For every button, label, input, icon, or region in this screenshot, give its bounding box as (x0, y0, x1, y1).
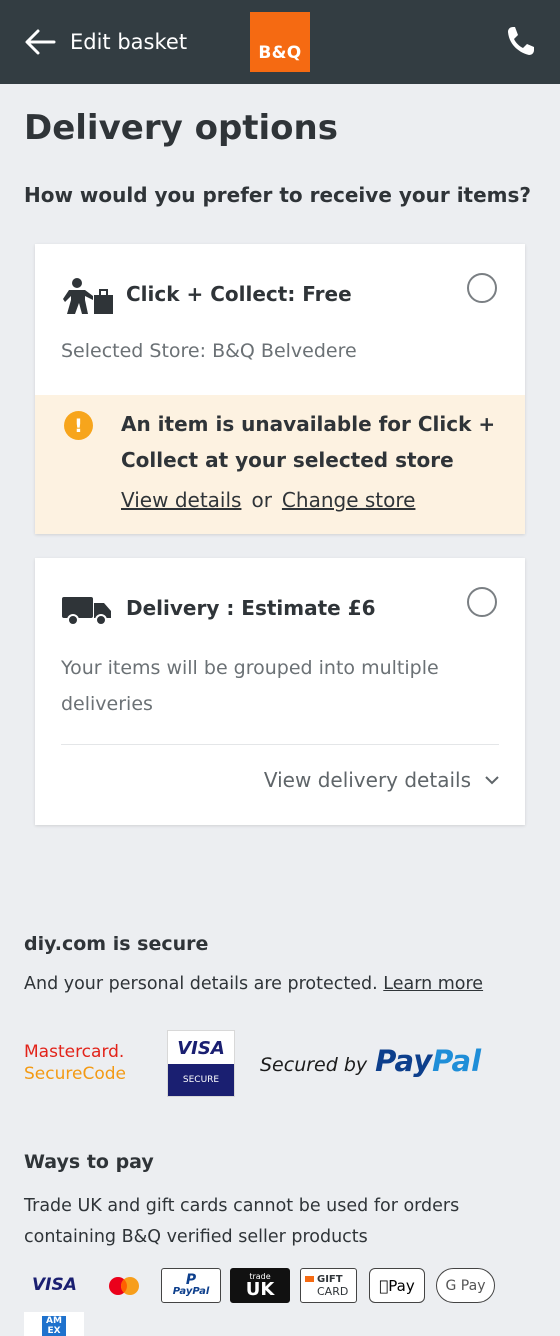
visa-secure-bottom: SECURE (168, 1064, 234, 1096)
view-delivery-details-label: View delivery details (263, 768, 471, 792)
chevron-down-icon (485, 775, 499, 784)
apple-pay-logo: Pay (369, 1268, 425, 1303)
visa-payment-logo: VISA (32, 1275, 77, 1295)
ways-to-pay-text: Trade UK and gift cards cannot be used f… (24, 1196, 460, 1247)
truck-icon (62, 597, 111, 626)
header-bar: Edit basket B&Q (0, 0, 560, 84)
uk-text: UK (245, 1279, 275, 1300)
click-collect-option[interactable]: Click + Collect: Free Selected Store: B&… (35, 244, 525, 534)
divider (61, 744, 499, 745)
warning-text: An item is unavailable for Click + Colle… (121, 412, 496, 472)
secure-title: diy.com is secure (24, 933, 209, 955)
gift-text: GIFT (317, 1273, 343, 1285)
warning-links: View details or Change store (121, 488, 415, 512)
view-details-link[interactable]: View details (121, 488, 241, 512)
learn-more-link[interactable]: Learn more (383, 974, 483, 994)
exclamation-icon: ! (64, 411, 93, 440)
gift-card-logo: GIFT CARD (300, 1268, 357, 1303)
visa-secure-top: VISA (177, 1037, 225, 1059)
click-collect-radio[interactable] (467, 273, 497, 303)
secure-description: And your personal details are protected. (24, 974, 378, 994)
gift-card-stripe (305, 1276, 314, 1282)
securecode-text: SecureCode (24, 1064, 126, 1084)
change-store-link[interactable]: Change store (282, 488, 416, 512)
phone-icon[interactable] (504, 24, 536, 58)
paypal-payment-text: PayPal (172, 1285, 210, 1297)
paypal-wordmark: PayPal (375, 1044, 482, 1078)
paypal-payment-logo: P PayPal (161, 1268, 221, 1303)
delivery-question: How would you prefer to receive your ite… (24, 183, 532, 207)
mastercard-text: Mastercard. (24, 1042, 125, 1062)
selected-store-text: Selected Store: B&Q Belvedere (61, 340, 357, 362)
or-text: or (251, 488, 272, 512)
trade-uk-logo: trade UK (230, 1268, 290, 1303)
view-delivery-details-toggle[interactable]: View delivery details (264, 768, 499, 792)
person-carrying-box-icon (63, 278, 113, 314)
ways-to-pay-title: Ways to pay (24, 1151, 154, 1173)
mastercard-securecode-logo: Mastercard. SecureCode (24, 1041, 126, 1085)
delivery-option[interactable]: Delivery : Estimate £6 Your items will b… (35, 558, 525, 825)
google-pay-logo: G Pay (436, 1268, 495, 1303)
page-title: Delivery options (24, 108, 338, 148)
card-text: CARD (317, 1284, 349, 1298)
amex-text: AM EX (42, 1316, 66, 1336)
paypal-secured-logo: Secured by PayPal (260, 1044, 481, 1078)
edit-basket-link[interactable]: Edit basket (24, 24, 187, 60)
logo-text: B&Q (258, 43, 302, 63)
delivery-description: Your items will be grouped into multiple… (61, 657, 439, 715)
bq-logo[interactable]: B&Q (250, 12, 310, 72)
paypal-p-mark: P (185, 1271, 197, 1288)
visa-secure-logo: VISA SECURE (167, 1030, 235, 1097)
delivery-title: Delivery : Estimate £6 (126, 596, 376, 620)
delivery-radio[interactable] (467, 587, 497, 617)
edit-basket-label: Edit basket (70, 30, 188, 54)
amex-logo: AM EX (24, 1312, 84, 1336)
arrow-left-icon (25, 29, 56, 55)
click-collect-title: Click + Collect: Free (126, 282, 352, 306)
secure-text: And your personal details are protected.… (24, 974, 483, 994)
unavailable-warning: ! An item is unavailable for Click + Col… (35, 395, 525, 534)
mastercard-payment-logo (109, 1277, 139, 1295)
secured-by-text: Secured by (260, 1054, 368, 1076)
